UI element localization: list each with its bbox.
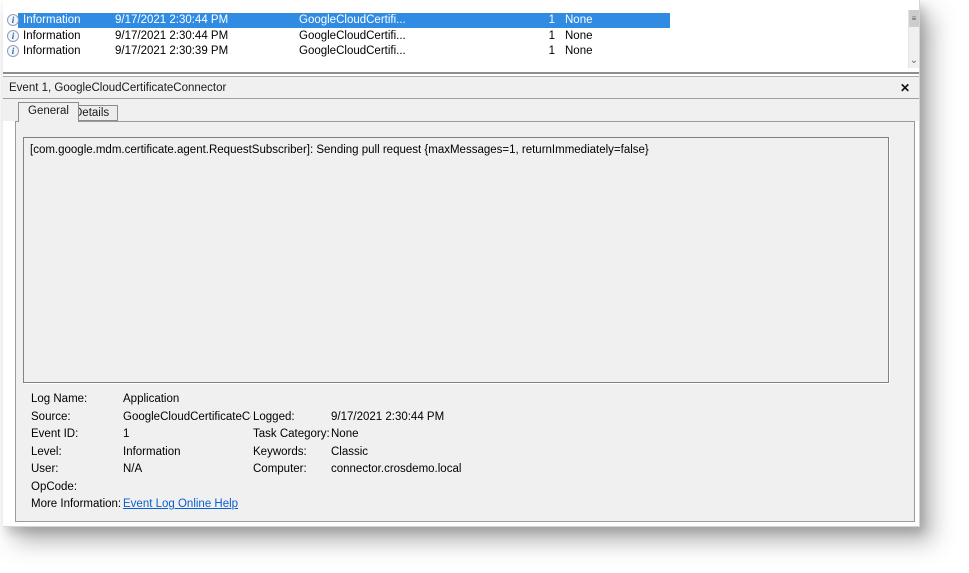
general-tab-page: [com.google.mdm.certificate.agent.Reques… [15, 121, 915, 522]
event-row[interactable]: i Information 9/17/2021 2:30:39 PM Googl… [5, 44, 685, 59]
meta-row-more-information: More Information: Event Log Online Help [16, 496, 914, 514]
event-row[interactable]: i Information 9/17/2021 2:30:44 PM Googl… [5, 13, 685, 28]
event-datetime: 9/17/2021 2:30:44 PM [115, 14, 228, 26]
information-icon: i [7, 45, 19, 57]
pane-splitter[interactable] [3, 72, 919, 74]
meta-row-eventid-task: Event ID: 1 Task Category: None [16, 426, 914, 444]
log-name-value: Application [123, 393, 179, 405]
event-log-online-help-link[interactable]: Event Log Online Help [123, 498, 238, 510]
event-level: Information [23, 30, 81, 42]
preview-title: Event 1, GoogleCloudCertificateConnector [9, 82, 226, 94]
event-task-category: None [565, 30, 593, 42]
user-label: User: [31, 463, 58, 475]
meta-row-opcode: OpCode: [16, 479, 914, 497]
event-id: 1 [487, 14, 555, 26]
level-value: Information [123, 446, 181, 458]
event-message: [com.google.mdm.certificate.agent.Reques… [30, 144, 649, 156]
event-task-category: None [565, 14, 593, 26]
preview-header: Event 1, GoogleCloudCertificateConnector… [3, 76, 919, 99]
keywords-value: Classic [331, 446, 368, 458]
meta-row-source-logged: Source: GoogleCloudCertificateConr Logge… [16, 409, 914, 427]
chevron-down-icon: ⌄ [910, 56, 918, 66]
meta-row-log-name: Log Name: Application [16, 391, 914, 409]
event-row[interactable]: i Information 9/17/2021 2:30:44 PM Googl… [5, 29, 685, 44]
user-value: N/A [123, 463, 142, 475]
event-viewer-pane: i Information 9/17/2021 2:30:44 PM Googl… [3, 0, 920, 527]
tab-general[interactable]: General [18, 102, 79, 122]
information-icon: i [7, 30, 19, 42]
opcode-label: OpCode: [31, 481, 77, 493]
event-id: 1 [487, 30, 555, 42]
event-source: GoogleCloudCertifi... [299, 45, 406, 57]
event-metadata: Log Name: Application Source: GoogleClou… [16, 391, 914, 514]
source-label: Source: [31, 411, 71, 423]
source-value: GoogleCloudCertificateConr [123, 411, 251, 423]
logged-label: Logged: [253, 411, 295, 423]
task-category-value: None [331, 428, 359, 440]
thumb-grip-icon: ≡ [912, 15, 917, 23]
event-id: 1 [487, 45, 555, 57]
event-task-category: None [565, 45, 593, 57]
keywords-label: Keywords: [253, 446, 307, 458]
scroll-down-button[interactable]: ⌄ [909, 54, 919, 68]
close-icon[interactable]: ✕ [897, 80, 913, 96]
more-information-label: More Information: [31, 498, 121, 510]
list-scrollbar[interactable]: ≡ ⌄ [908, 10, 919, 68]
event-level: Information [23, 14, 81, 26]
meta-row-user-computer: User: N/A Computer: connector.crosdemo.l… [16, 461, 914, 479]
log-name-label: Log Name: [31, 393, 87, 405]
event-message-box: [com.google.mdm.certificate.agent.Reques… [23, 137, 889, 383]
scrollbar-thumb[interactable]: ≡ [909, 10, 919, 27]
event-id-value: 1 [123, 428, 129, 440]
computer-label: Computer: [253, 463, 307, 475]
event-id-label: Event ID: [31, 428, 78, 440]
event-list: i Information 9/17/2021 2:30:44 PM Googl… [3, 0, 919, 72]
meta-row-level-keywords: Level: Information Keywords: Classic [16, 444, 914, 462]
information-icon: i [7, 14, 19, 26]
event-datetime: 9/17/2021 2:30:44 PM [115, 30, 228, 42]
event-datetime: 9/17/2021 2:30:39 PM [115, 45, 228, 57]
screenshot-stage: i Information 9/17/2021 2:30:44 PM Googl… [0, 0, 969, 573]
level-label: Level: [31, 446, 62, 458]
event-source: GoogleCloudCertifi... [299, 30, 406, 42]
logged-value: 9/17/2021 2:30:44 PM [331, 411, 444, 423]
computer-value: connector.crosdemo.local [331, 463, 461, 475]
task-category-label: Task Category: [253, 428, 330, 440]
event-level: Information [23, 45, 81, 57]
event-source: GoogleCloudCertifi... [299, 14, 406, 26]
tab-strip: General Details [3, 99, 919, 121]
